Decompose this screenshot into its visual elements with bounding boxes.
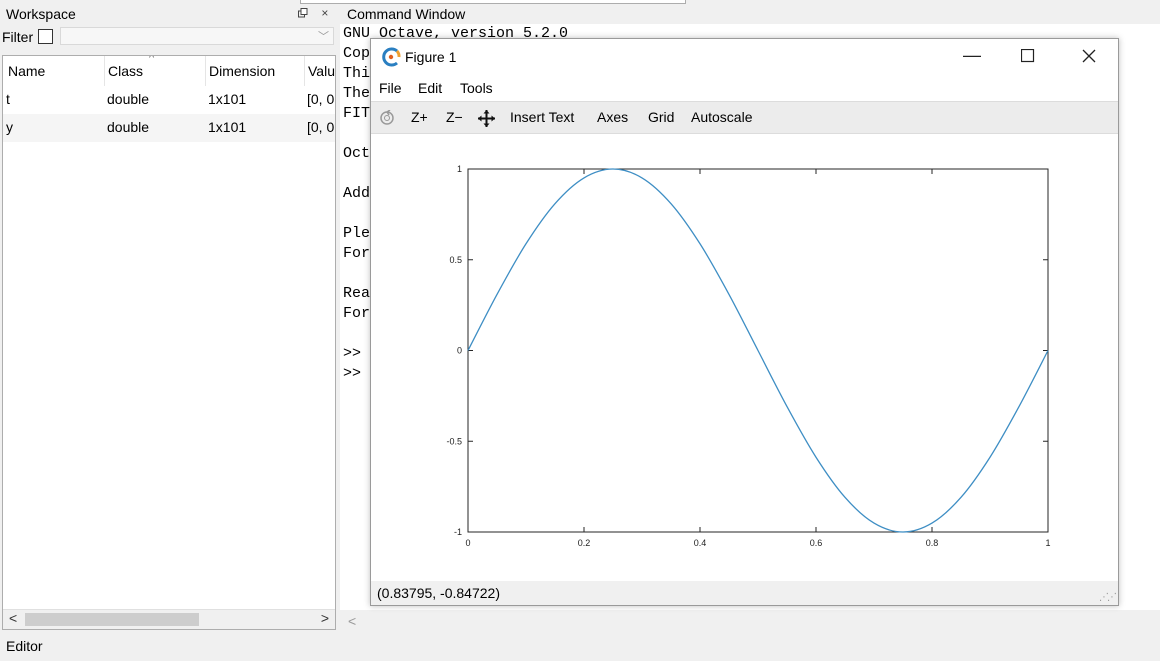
close-icon[interactable]: × [321,6,328,20]
maximize-icon[interactable] [1020,47,1035,68]
x-tick-label: 1 [1045,538,1050,548]
zoom-out-button[interactable]: Z− [446,109,463,125]
figure-statusbar: (0.83795, -0.84722) ⋰⋰ [371,581,1118,605]
autoscale-button[interactable]: Autoscale [691,109,752,125]
sort-ascending-icon: ^ [149,55,155,64]
resize-grip-icon[interactable]: ⋰⋰ [1099,592,1117,603]
cursor-coordinates: (0.83795, -0.84722) [377,585,500,601]
table-row[interactable]: y double 1x101 [0, 0 [3,114,335,142]
column-divider [205,56,206,86]
column-header-class[interactable]: Class [108,63,143,79]
workspace-horizontal-scrollbar[interactable]: < > [3,609,335,629]
x-tick-label: 0.2 [578,538,591,548]
top-window-edge [300,0,686,4]
command-line: Oct [343,145,371,162]
column-divider [304,56,305,86]
series-line [467,168,1049,533]
y-tick-label: -0.5 [446,436,462,446]
grid-button[interactable]: Grid [648,109,674,125]
command-line: Rea [343,285,371,302]
y-tick-label: 0 [457,346,462,356]
command-line: >> [343,345,362,362]
column-header-name[interactable]: Name [8,63,45,79]
filter-checkbox[interactable] [38,29,53,44]
command-line: Add [343,185,371,202]
command-line: The [343,85,371,102]
table-row[interactable]: t double 1x101 [0, 0 [3,86,335,114]
y-tick-label: 0.5 [449,255,462,265]
y-tick-label: 1 [457,164,462,174]
insert-text-button[interactable]: Insert Text [510,109,574,125]
undock-icon[interactable] [298,6,311,20]
filter-combo[interactable]: ﹀ [60,27,334,45]
variable-value: [0, 0 [307,91,335,107]
scroll-right-icon[interactable]: > [321,610,329,626]
command-line: For [343,305,371,322]
column-divider [104,56,105,86]
editor-tab[interactable]: Editor [6,638,43,654]
variable-value: [0, 0 [307,119,335,135]
command-line: Thi [343,65,371,82]
workspace-table: Name Class ^ Dimension Valu t double 1x1… [2,55,336,630]
scroll-left-icon[interactable]: < [348,613,356,629]
command-window-title: Command Window [347,6,466,22]
minimize-icon[interactable]: — [963,45,981,66]
menu-edit[interactable]: Edit [418,80,442,96]
filter-label: Filter [2,29,34,45]
x-tick-label: 0.8 [926,538,939,548]
column-header-value[interactable]: Valu [308,63,335,79]
variable-name: y [6,119,13,135]
command-line: For [343,245,371,262]
figure-menubar: File Edit Tools [371,77,1118,101]
axes-button[interactable]: Axes [597,109,628,125]
pan-icon[interactable] [478,110,495,130]
octave-logo-icon [382,47,401,67]
scrollbar-thumb[interactable] [25,613,199,626]
column-header-dimension[interactable]: Dimension [209,63,275,79]
x-tick-label: 0.4 [694,538,707,548]
close-icon[interactable] [1082,47,1096,68]
figure-window[interactable]: Figure 1 — File Edit Tools Z+ Z− Insert … [370,38,1119,606]
command-line: FIT [343,105,371,122]
y-tick-label: -1 [454,527,462,537]
scroll-left-icon[interactable]: < [9,610,17,626]
command-window-horizontal-scrollbar[interactable]: < [340,612,1160,632]
variable-dimension: 1x101 [208,119,247,135]
command-line: Ple [343,225,371,242]
menu-tools[interactable]: Tools [460,80,493,96]
workspace-table-header: Name Class ^ Dimension Valu [3,56,335,86]
variable-dimension: 1x101 [208,91,247,107]
x-tick-label: 0 [465,538,470,548]
command-line: Cop [343,45,371,62]
chevron-down-icon: ﹀ [318,31,329,43]
variable-class: double [107,91,150,107]
variable-class: double [107,119,150,135]
command-line: >> [343,365,362,382]
workspace-title-buttons: × [298,6,338,20]
figure-title: Figure 1 [405,49,457,65]
plot-area[interactable]: 0 0.2 0.4 0.6 0.8 1 -1 -0.5 0 0.5 1 [371,134,1118,582]
workspace-title: Workspace [6,6,76,22]
sine-plot[interactable]: 0 0.2 0.4 0.6 0.8 1 -1 -0.5 0 0.5 1 [371,134,1118,582]
menu-file[interactable]: File [379,80,402,96]
zoom-in-button[interactable]: Z+ [411,109,428,125]
figure-toolbar: Z+ Z− Insert Text Axes Grid Autoscale [371,101,1118,134]
variable-name: t [6,91,10,107]
rotate-icon[interactable] [379,109,395,129]
x-tick-label: 0.6 [810,538,823,548]
